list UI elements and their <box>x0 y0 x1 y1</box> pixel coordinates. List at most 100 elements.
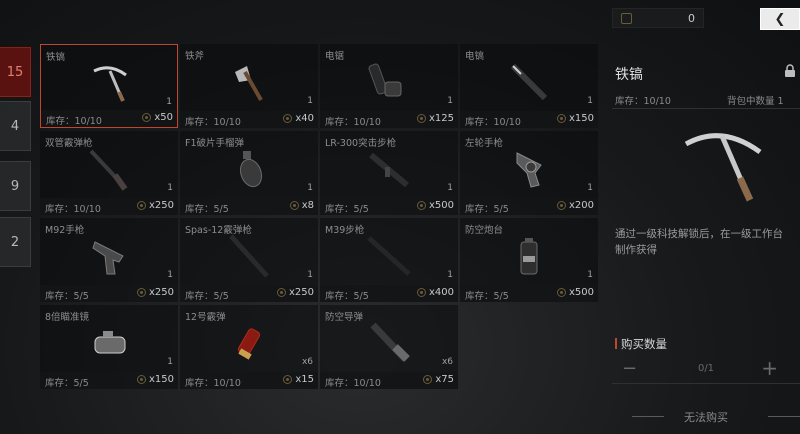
item-quantity: 1 <box>167 357 173 367</box>
item-cell[interactable]: 电镐 1 库存：10/10 x150 <box>460 44 598 128</box>
item-price: x400 <box>416 287 454 298</box>
item-cell[interactable]: M39步枪 1 库存：5/5 x400 <box>320 218 458 302</box>
power-pick-icon <box>510 63 548 101</box>
quantity-stepper: − 0/1 + <box>612 356 800 384</box>
currency-icon <box>136 375 146 384</box>
currency-icon <box>136 288 146 297</box>
item-footer: 库存：10/10 x75 <box>320 372 458 389</box>
item-description: 通过一级科技解锁后，在一级工作台 制作获得 <box>615 226 800 258</box>
item-price: x250 <box>276 287 314 298</box>
item-cell[interactable]: 防空导弹 x6 库存：10/10 x75 <box>320 305 458 389</box>
currency-icon <box>416 114 426 123</box>
item-cell[interactable]: 双管霰弹枪 1 库存：10/10 x250 <box>40 131 178 215</box>
tab-category-1[interactable]: 15 <box>0 47 31 97</box>
item-cell[interactable]: 8倍瞄准镜 1 库存：5/5 x150 <box>40 305 178 389</box>
item-name: 铁镐 <box>46 52 66 63</box>
item-footer: 库存：10/10 x125 <box>320 111 458 128</box>
currency-icon <box>423 375 433 384</box>
description-line: 制作获得 <box>615 244 657 256</box>
divider <box>612 108 800 109</box>
item-price: x500 <box>416 200 454 211</box>
price-value: x250 <box>148 200 174 211</box>
price-value: x150 <box>148 374 174 385</box>
purchase-button[interactable]: 无法购买 <box>612 408 800 426</box>
item-footer: 库存：10/10 x40 <box>180 111 318 128</box>
shotgun-shell-icon <box>237 328 261 360</box>
currency-icon <box>283 114 293 123</box>
item-price: x15 <box>283 374 314 385</box>
item-name: 电锯 <box>325 51 345 62</box>
rifle-icon <box>367 236 411 276</box>
item-quantity: 1 <box>307 183 313 193</box>
item-footer: 库存：5/5 x400 <box>320 285 458 302</box>
price-value: x250 <box>288 287 314 298</box>
purchase-button-label: 无法购买 <box>684 411 728 424</box>
item-name: 铁斧 <box>185 51 205 62</box>
pickaxe-icon <box>684 133 762 202</box>
assault-rifle-icon <box>369 152 409 188</box>
item-footer: 库存：5/5 x500 <box>320 198 458 215</box>
currency-icon <box>289 201 299 210</box>
currency-value: 0 <box>688 12 695 25</box>
item-cell[interactable]: Spas-12霰弹枪 1 库存：5/5 x250 <box>180 218 318 302</box>
item-quantity: x6 <box>301 357 313 367</box>
item-price: x200 <box>556 200 594 211</box>
item-stock: 库存：5/5 <box>45 291 89 302</box>
item-footer: 库存：10/10 x15 <box>180 372 318 389</box>
item-price: x50 <box>142 112 173 123</box>
currency-icon <box>276 288 286 297</box>
item-cell[interactable]: F1破片手榴弹 1 库存：5/5 x8 <box>180 131 318 215</box>
bag-count: 背包中数量 1 <box>727 96 784 107</box>
item-quantity: 1 <box>307 270 313 280</box>
item-name: M39步枪 <box>325 225 365 236</box>
revolver-icon <box>516 152 542 188</box>
plus-button[interactable]: + <box>761 356 778 380</box>
lock-icon[interactable] <box>784 64 796 78</box>
item-cell[interactable]: 电锯 1 库存：10/10 x125 <box>320 44 458 128</box>
item-cell[interactable]: 铁斧 1 库存：10/10 x40 <box>180 44 318 128</box>
detail-title: 铁镐 <box>615 67 643 83</box>
grenade-icon <box>239 151 263 188</box>
item-name: 左轮手枪 <box>465 138 504 149</box>
tab-count: 15 <box>6 64 24 80</box>
currency-icon <box>621 13 632 24</box>
back-button[interactable]: ❮ <box>760 8 800 30</box>
price-value: x200 <box>568 200 594 211</box>
item-cell[interactable]: M92手枪 1 库存：5/5 x250 <box>40 218 178 302</box>
item-quantity: 1 <box>587 96 593 106</box>
item-stock: 库存：10/10 <box>46 116 102 127</box>
currency-icon <box>416 288 426 297</box>
sam-turret-icon <box>520 238 538 275</box>
tab-count: 4 <box>10 118 20 134</box>
item-price: x500 <box>556 287 594 298</box>
tab-category-3[interactable]: 9 <box>0 161 31 211</box>
purchase-quantity-label: 购买数量 <box>615 336 667 352</box>
back-icon: ❮ <box>774 11 786 27</box>
scope-icon <box>94 331 126 354</box>
item-stock: 库存：5/5 <box>185 204 229 215</box>
tab-category-2[interactable]: 4 <box>0 101 31 151</box>
tab-category-4[interactable]: 2 <box>0 217 31 267</box>
item-stock: 库存：5/5 <box>185 291 229 302</box>
item-stock: 库存：5/5 <box>325 291 369 302</box>
item-quantity: 1 <box>307 96 313 106</box>
item-name: 8倍瞄准镜 <box>45 312 90 323</box>
price-value: x125 <box>428 113 454 124</box>
item-stock: 库存：5/5 <box>465 291 509 302</box>
price-value: x250 <box>148 287 174 298</box>
item-cell[interactable]: 防空炮台 1 库存：5/5 x500 <box>460 218 598 302</box>
item-cell[interactable]: 左轮手枪 1 库存：5/5 x200 <box>460 131 598 215</box>
pickaxe-icon <box>93 66 127 102</box>
item-quantity: 1 <box>167 270 173 280</box>
description-line: 通过一级科技解锁后，在一级工作台 <box>615 228 783 240</box>
item-price: x75 <box>423 374 454 385</box>
item-name: 防空导弹 <box>325 312 364 323</box>
item-cell[interactable]: 铁镐 1 库存：10/10 x50 <box>40 44 178 128</box>
item-stock: 库存：10/10 <box>185 117 241 128</box>
item-cell[interactable]: LR-300突击步枪 1 库存：5/5 x500 <box>320 131 458 215</box>
item-quantity: 1 <box>587 183 593 193</box>
item-cell[interactable]: 12号霰弹 x6 库存：10/10 x15 <box>180 305 318 389</box>
item-quantity: x6 <box>441 357 453 367</box>
item-name: 电镐 <box>465 51 485 62</box>
price-value: x150 <box>568 113 594 124</box>
